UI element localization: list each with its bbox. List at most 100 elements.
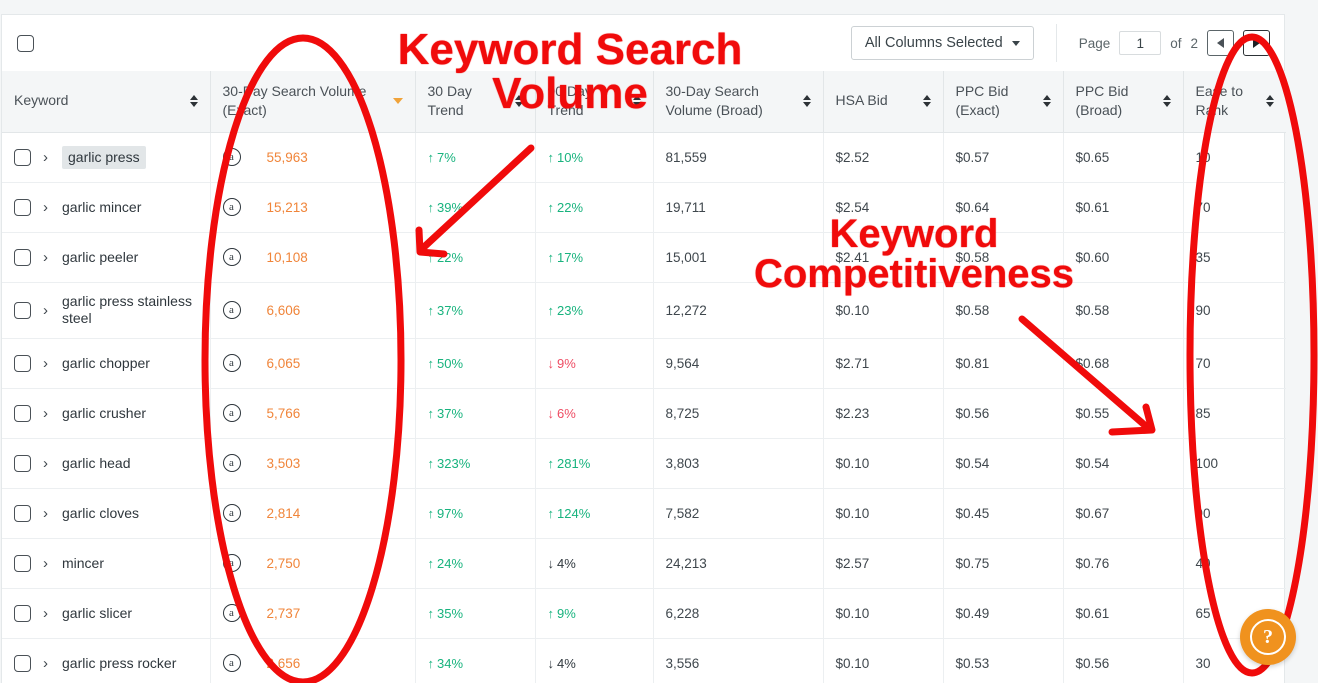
trend-30-day-value-text: 37% <box>437 405 464 421</box>
column-header-label: 90 Day Trend <box>547 83 592 118</box>
arrow-up-icon: ↑ <box>547 455 555 471</box>
page-number-input[interactable] <box>1119 31 1162 55</box>
row-checkbox[interactable] <box>14 148 31 166</box>
table-row[interactable]: › garlic cloves a 2,814 ↑ 97% ↑ 124% 7,582 $0.10 $… <box>2 488 1286 539</box>
cell-search-volume-broad: 15,001 <box>653 232 824 283</box>
prev-page-button[interactable] <box>1207 30 1234 56</box>
trend-30-day-value-text: 35% <box>437 605 464 621</box>
amazon-icon: a <box>222 248 241 267</box>
expand-row-icon[interactable]: › <box>43 250 48 265</box>
row-checkbox[interactable] <box>14 454 31 472</box>
sort-toggle-icon[interactable] <box>1162 94 1171 107</box>
trend-30-day-value: ↑ 34% <box>428 656 464 671</box>
cell-search-volume-broad: 7,582 <box>653 488 824 539</box>
search-volume-exact-value: 2,750 <box>266 555 301 571</box>
expand-row-icon[interactable]: › <box>43 506 48 521</box>
next-page-button[interactable] <box>1243 30 1270 56</box>
column-selector-dropdown[interactable]: All Columns Selected <box>850 26 1034 60</box>
amazon-icon: a <box>222 504 241 523</box>
table-row[interactable]: › garlic head a 3,503 ↑ 323% ↑ 281% 3,803 $0.10 $0… <box>2 438 1286 489</box>
sort-toggle-icon[interactable] <box>514 94 523 107</box>
column-header-ease-to-rank[interactable]: Ease to Rank <box>1183 71 1286 133</box>
trend-90-day-value-text: 9% <box>557 355 576 371</box>
sort-toggle-icon[interactable] <box>1266 94 1274 107</box>
trend-90-day-value: ↑ 22% <box>548 200 584 215</box>
table-row[interactable]: › garlic mincer a 15,213 ↑ 39% ↑ 22% 19,711 $2.54… <box>2 182 1286 233</box>
row-checkbox[interactable] <box>14 404 31 422</box>
table-row[interactable]: › garlic peeler a 10,108 ↑ 22% ↑ 17% 15,001 $2.41… <box>2 232 1286 283</box>
sort-toggle-icon[interactable] <box>189 94 198 107</box>
sort-toggle-icon[interactable] <box>632 94 641 107</box>
row-checkbox[interactable] <box>14 248 31 266</box>
row-checkbox[interactable] <box>14 604 31 622</box>
column-header-30-day-trend[interactable]: 30 Day Trend <box>415 71 536 133</box>
ppc-bid-broad-value: $0.65 <box>1075 149 1110 165</box>
expand-row-icon[interactable]: › <box>43 303 48 318</box>
ppc-bid-broad-value: $0.61 <box>1075 199 1110 215</box>
expand-row-icon[interactable]: › <box>43 150 48 165</box>
sort-toggle-icon[interactable] <box>1042 94 1051 107</box>
cell-ppc-bid-exact: $0.45 <box>943 488 1064 539</box>
search-volume-broad-value: 81,559 <box>665 149 707 165</box>
hsa-bid-value: $0.10 <box>835 655 870 671</box>
expand-row-icon[interactable]: › <box>43 606 48 621</box>
search-volume-exact-value: 3,503 <box>266 455 301 471</box>
trend-90-day-value-text: 23% <box>557 302 584 318</box>
table-row[interactable]: › garlic chopper a 6,065 ↑ 50% ↓ 9% 9,564 $2.71 $0… <box>2 338 1286 389</box>
column-header-hsa-bid[interactable]: HSA Bid <box>823 71 944 133</box>
table-row[interactable]: › garlic press stainless steel a 6,606 ↑ 37% ↑… <box>2 282 1286 339</box>
column-header-30-day-search-volume-exact[interactable]: 30-Day Search Volume (Exact) <box>210 71 416 133</box>
cell-ppc-bid-broad: $0.54 <box>1063 438 1184 489</box>
sort-toggle-icon[interactable] <box>802 94 811 107</box>
expand-row-icon[interactable]: › <box>43 556 48 571</box>
table-row[interactable]: › garlic press rocker a 2,656 ↑ 34% ↓ 4% 3,556 $0… <box>2 638 1286 683</box>
trend-30-day-value: ↑ 35% <box>428 606 464 621</box>
ease-to-rank-value: 30 <box>1195 655 1211 671</box>
trend-90-day-value: ↓ 9% <box>548 356 576 371</box>
trend-30-day-value-text: 39% <box>437 199 464 215</box>
cell-ppc-bid-exact: $0.64 <box>943 182 1064 233</box>
table-row[interactable]: › mincer a 2,750 ↑ 24% ↓ 4% 24,213 $2.57 $0.75 $0.7… <box>2 538 1286 589</box>
trend-90-day-value-text: 6% <box>557 405 576 421</box>
table-row[interactable]: › garlic press a 55,963 ↑ 7% ↑ 10% 81,559 $2.52 $0… <box>2 132 1286 183</box>
cell-ease-to-rank: 90 <box>1183 488 1286 539</box>
sort-toggle-icon[interactable] <box>922 94 931 107</box>
search-volume-broad-value: 12,272 <box>665 302 707 318</box>
column-header-ppc-bid-broad[interactable]: PPC Bid (Broad) <box>1063 71 1184 133</box>
cell-ease-to-rank: 40 <box>1183 538 1286 589</box>
expand-row-icon[interactable]: › <box>43 656 48 671</box>
table-row[interactable]: › garlic slicer a 2,737 ↑ 35% ↑ 9% 6,228 $0.10 $0.… <box>2 588 1286 639</box>
row-checkbox[interactable] <box>14 198 31 216</box>
help-button[interactable]: ? <box>1240 609 1296 665</box>
keyword-table-container: Keyword 30-Day Search Volume (Exact) 30 Da… <box>1 71 1286 683</box>
cell-90-day-trend: ↓ 9% <box>535 338 654 389</box>
table-row[interactable]: › garlic crusher a 5,766 ↑ 37% ↓ 6% 8,725 $2.23 $0… <box>2 388 1286 439</box>
row-checkbox[interactable] <box>14 354 31 372</box>
amazon-icon: a <box>222 404 241 423</box>
cell-ppc-bid-broad: $0.58 <box>1063 282 1184 339</box>
row-checkbox[interactable] <box>14 654 31 672</box>
ppc-bid-exact-value: $0.58 <box>955 249 990 265</box>
ppc-bid-exact-value: $0.56 <box>955 405 990 421</box>
expand-row-icon[interactable]: › <box>43 356 48 371</box>
triangle-right-icon <box>1253 38 1260 48</box>
column-header-ppc-bid-exact[interactable]: PPC Bid (Exact) <box>943 71 1064 133</box>
trend-90-day-value: ↓ 4% <box>548 656 576 671</box>
column-header-90-day-trend[interactable]: 90 Day Trend <box>535 71 654 133</box>
toolbar-controls: All Columns Selected Page of 2 <box>850 15 1284 71</box>
amazon-icon: a <box>222 604 241 623</box>
trend-90-day-value-text: 4% <box>557 655 576 671</box>
expand-row-icon[interactable]: › <box>43 406 48 421</box>
sort-descending-active-icon[interactable] <box>392 97 403 104</box>
trend-30-day-value: ↑ 37% <box>428 406 464 421</box>
row-checkbox[interactable] <box>14 301 31 319</box>
expand-row-icon[interactable]: › <box>43 200 48 215</box>
expand-row-icon[interactable]: › <box>43 456 48 471</box>
select-all-checkbox[interactable] <box>16 34 34 52</box>
row-checkbox[interactable] <box>14 554 31 572</box>
column-header-keyword[interactable]: Keyword <box>2 71 211 133</box>
cell-90-day-trend: ↑ 22% <box>535 182 654 233</box>
row-checkbox[interactable] <box>14 504 31 522</box>
column-header-30-day-search-volume-broad[interactable]: 30-Day Search Volume (Broad) <box>653 71 824 133</box>
cell-keyword: › garlic press rocker <box>2 638 211 683</box>
